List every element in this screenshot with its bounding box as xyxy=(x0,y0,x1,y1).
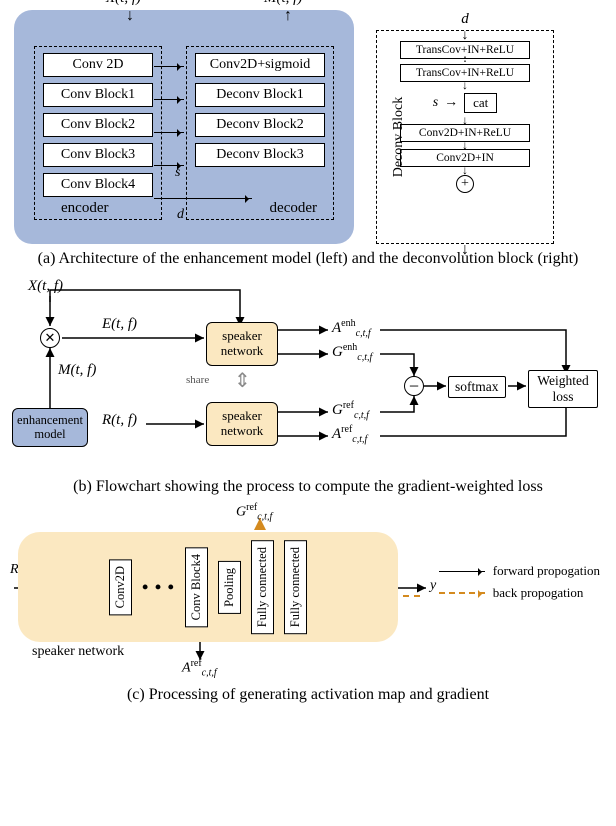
speaker-network-label: speaker network xyxy=(32,644,124,660)
c-block-0: Conv2D xyxy=(109,559,132,615)
A-ref-label: Arefc,t,f xyxy=(332,424,367,445)
speaker-network-top: speaker network xyxy=(206,322,278,366)
enc-block-2: Conv Block2 xyxy=(43,113,153,137)
down-arrow-icon: ↓ xyxy=(462,167,468,174)
skip-d-arrow-icon xyxy=(154,198,252,199)
X-label: X(t, f) xyxy=(28,278,63,295)
cat-box: cat xyxy=(464,93,497,113)
dec-block-1: Deconv Block1 xyxy=(195,83,325,107)
A-ref-c: Arefc,t,f xyxy=(182,658,217,678)
minus-icon: − xyxy=(404,376,424,396)
M-label: M(t, f) xyxy=(58,362,96,379)
down-arrow-icon: ↓ xyxy=(461,241,469,259)
c-block-4: Fully connected xyxy=(284,540,307,634)
output-M-label: M(t, f) xyxy=(264,0,302,7)
caption-c: (c) Processing of generating activation … xyxy=(10,686,606,704)
up-arrow-icon: ↑ xyxy=(284,8,292,24)
legend-back: back propogation xyxy=(493,586,584,600)
down-arrow-icon: ↓ xyxy=(462,28,469,44)
G-ref-c: Grefc,t,f xyxy=(236,502,272,522)
decoder-label: decoder xyxy=(270,200,317,217)
legend-forward: forward propogation xyxy=(493,564,600,578)
back-arrow-icon xyxy=(439,592,485,594)
enc-block-0: Conv 2D xyxy=(43,53,153,77)
A-enh-label: Aenhc,t,f xyxy=(332,318,371,339)
y-label: y xyxy=(430,578,436,594)
caption-a: (a) Architecture of the enhancement mode… xyxy=(10,250,606,268)
wires-b xyxy=(10,284,606,472)
dec-block-2: Deconv Block2 xyxy=(195,113,325,137)
skip-d-label: d xyxy=(177,207,184,223)
encoder-label: encoder xyxy=(61,200,108,217)
down-arrow-icon: ↓ xyxy=(462,142,468,149)
skip-arrow-icon xyxy=(154,165,184,166)
dec-block-0: Conv2D+sigmoid xyxy=(195,53,325,77)
input-X-label: X(t, f) xyxy=(106,0,141,7)
part-c-figure: R(t, f) Conv2D • • • Conv Block4 Pooling… xyxy=(10,510,606,680)
skip-arrow-icon xyxy=(154,66,184,67)
R-label: R(t, f) xyxy=(102,412,137,429)
deconv-d-in: d xyxy=(461,11,469,28)
decoder-stack: Conv2D+sigmoid Deconv Block1 Deconv Bloc… xyxy=(186,46,334,220)
enhancement-model-box: enhancement model xyxy=(12,408,88,447)
c-block-1: Conv Block4 xyxy=(185,547,208,627)
part-a-figure: X(t, f) M(t, f) ↓ ↑ Conv 2D Conv Block1 … xyxy=(10,10,606,244)
speaker-network-bottom: speaker network xyxy=(206,402,278,446)
speaker-network-panel: Conv2D • • • Conv Block4 Pooling Fully c… xyxy=(18,532,398,642)
c-block-2: Pooling xyxy=(218,561,241,614)
deconv-block-panel: Deconv Block d ↓ TransCov+IN+ReLU ⋮ Tran… xyxy=(376,30,554,244)
down-arrow-icon: ↓ xyxy=(126,8,134,24)
G-enh-label: Genhc,t,f xyxy=(332,342,372,363)
down-arrow-icon: ↓ xyxy=(462,117,468,124)
forward-arrow-icon xyxy=(439,571,485,572)
dec-block-3: Deconv Block3 xyxy=(195,143,325,167)
deconv-side-label: Deconv Block xyxy=(391,97,407,177)
share-label: share xyxy=(186,374,209,386)
enc-block-3: Conv Block3 xyxy=(43,143,153,167)
encoder-stack: Conv 2D Conv Block1 Conv Block2 Conv Blo… xyxy=(34,46,162,220)
legend: forward propogation back propogation xyxy=(439,564,600,609)
enc-block-1: Conv Block1 xyxy=(43,83,153,107)
skip-arrow-icon xyxy=(154,132,184,133)
caption-b: (b) Flowchart showing the process to com… xyxy=(10,478,606,496)
right-arrow-icon: → xyxy=(444,95,458,111)
dots-icon: • • • xyxy=(142,577,175,598)
E-label: E(t, f) xyxy=(102,316,137,333)
multiply-icon: ✕ xyxy=(40,328,60,348)
plus-icon: + xyxy=(456,175,474,193)
enhancement-panel: X(t, f) M(t, f) ↓ ↑ Conv 2D Conv Block1 … xyxy=(14,10,354,244)
softmax-box: softmax xyxy=(448,376,506,398)
deconv-detail-wrapper: Deconv Block d ↓ TransCov+IN+ReLU ⋮ Tran… xyxy=(376,30,554,244)
enc-block-4: Conv Block4 xyxy=(43,173,153,197)
down-arrow-icon: ↓ xyxy=(462,82,468,89)
deconv-s-in: s xyxy=(433,95,438,111)
part-b-figure: X(t, f) ✕ M(t, f) E(t, f) enhancement mo… xyxy=(10,284,606,472)
c-block-3: Fully connected xyxy=(251,540,274,634)
G-ref-label: Grefc,t,f xyxy=(332,400,369,421)
weighted-loss-box: Weighted loss xyxy=(528,370,598,408)
share-updown-icon: ⇕ xyxy=(234,368,251,393)
skip-arrow-icon xyxy=(154,99,184,100)
